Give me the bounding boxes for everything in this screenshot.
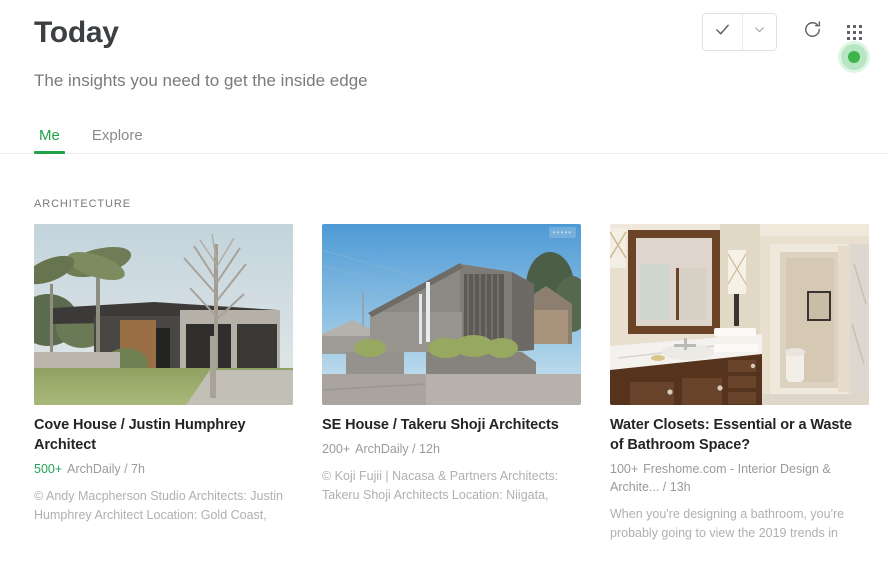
- status-indicator[interactable]: [841, 44, 867, 70]
- article-card[interactable]: ••••• SE House / Takeru Shoji Architects…: [322, 224, 581, 543]
- article-thumbnail[interactable]: •••••: [322, 224, 581, 405]
- article-meta: 100+ Freshome.com - Interior Design & Arc…: [610, 460, 869, 496]
- article-meta: 500+ ArchDaily / 7h: [34, 460, 293, 478]
- apps-grid-icon: [846, 24, 862, 40]
- article-source: ArchDaily / 7h: [67, 462, 145, 476]
- page-header: Today The insights you need to get the i…: [0, 0, 887, 92]
- tab-bar: Me Explore: [0, 120, 887, 154]
- refresh-button[interactable]: [795, 15, 829, 49]
- tab-me[interactable]: Me: [34, 127, 65, 154]
- image-watermark: •••••: [548, 227, 576, 238]
- page-subtitle: The insights you need to get the inside …: [34, 71, 368, 90]
- article-thumbnail[interactable]: [610, 224, 869, 405]
- article-title: Water Closets: Essential or a Waste of B…: [610, 417, 853, 453]
- bathroom-vanity-image: [610, 224, 869, 405]
- chevron-down-icon: [753, 23, 766, 41]
- check-icon: [714, 21, 731, 43]
- article-title: Cove House / Justin Humphrey Architect: [34, 417, 246, 453]
- concrete-house-image: [322, 224, 581, 405]
- section-label-architecture: ARCHITECTURE: [34, 198, 131, 210]
- checkmark-button[interactable]: [703, 14, 742, 50]
- tab-me-label: Me: [39, 127, 60, 144]
- article-title: SE House / Takeru Shoji Architects: [322, 417, 559, 433]
- refresh-icon: [803, 20, 822, 44]
- article-card-list: Cove House / Justin Humphrey Architect 5…: [0, 224, 887, 543]
- article-meta: 200+ ArchDaily / 12h: [322, 440, 581, 458]
- article-engagement-count: 200+: [322, 442, 351, 456]
- article-snippet: © Andy Macpherson Studio Architects: Jus…: [34, 489, 283, 522]
- tab-explore[interactable]: Explore: [87, 127, 148, 154]
- article-engagement-count: 500+: [34, 462, 63, 476]
- status-dot-icon: [848, 51, 860, 63]
- today-feed-page: Today The insights you need to get the i…: [0, 0, 887, 563]
- article-card[interactable]: Cove House / Justin Humphrey Architect 5…: [34, 224, 293, 543]
- article-source: ArchDaily / 12h: [355, 442, 440, 456]
- article-engagement-count: 100+: [610, 462, 639, 476]
- article-snippet: When you're designing a bathroom, you're…: [610, 507, 845, 540]
- article-thumbnail[interactable]: [34, 224, 293, 405]
- article-card[interactable]: Water Closets: Essential or a Waste of B…: [610, 224, 869, 543]
- confirm-split-button[interactable]: [702, 13, 777, 51]
- dropdown-toggle-button[interactable]: [742, 14, 776, 50]
- tab-explore-label: Explore: [91, 127, 143, 144]
- modern-house-exterior-image: [34, 224, 293, 405]
- article-source: Freshome.com - Interior Design & Archite…: [610, 462, 831, 494]
- article-snippet: © Koji Fujii | Nacasa & Partners Archite…: [322, 469, 559, 502]
